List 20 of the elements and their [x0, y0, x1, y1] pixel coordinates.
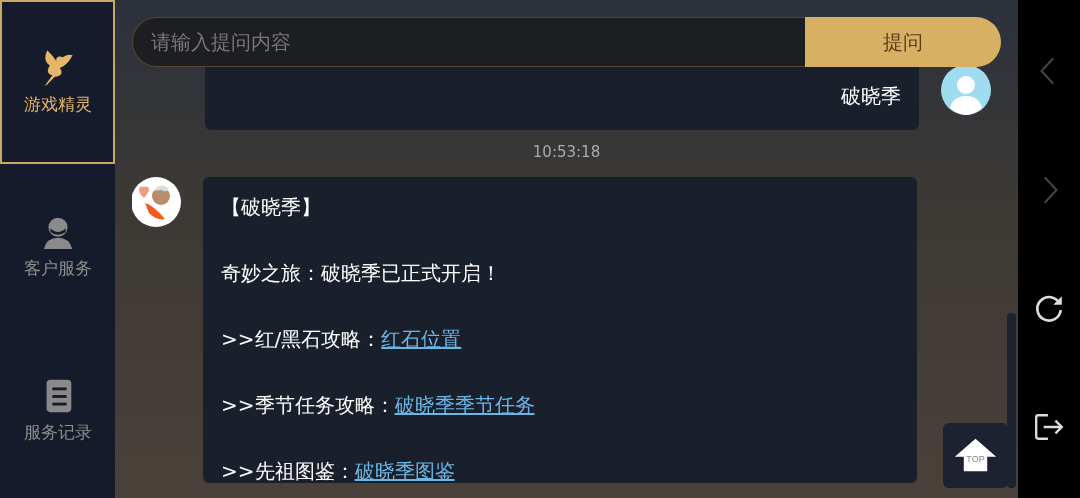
- guide-link[interactable]: 破晓季图鉴: [354, 459, 455, 483]
- timestamp: 10:53:18: [531, 142, 602, 163]
- message-text: 破晓季: [841, 84, 901, 108]
- question-input[interactable]: 请输入提问内容: [132, 17, 805, 67]
- ask-button[interactable]: 提问: [805, 17, 1001, 67]
- sidebar-tab[interactable]: 客户服务: [0, 164, 115, 328]
- message-text: 【破晓季】: [221, 195, 321, 219]
- guide-link[interactable]: 破晓季季节任务: [394, 393, 535, 417]
- back-to-top-button[interactable]: TOP: [943, 423, 1008, 488]
- message-text: >>季节任务攻略：: [221, 393, 395, 417]
- message-text: 奇妙之旅：破晓季已正式开启！: [221, 261, 501, 285]
- scrollbar[interactable]: [1007, 313, 1016, 488]
- sidebar-tab[interactable]: 服务记录: [0, 328, 115, 492]
- character-avatar-icon: [132, 177, 181, 227]
- message-text: >>红/黑石攻略：: [221, 327, 382, 351]
- up-arrow-icon: [953, 437, 998, 473]
- guide-link[interactable]: 红石位置: [381, 327, 462, 351]
- user-avatar-icon: [941, 67, 991, 115]
- sidebar-tab[interactable]: 游戏精灵: [0, 0, 115, 164]
- message-text: >>先祖图鉴：: [221, 459, 355, 483]
